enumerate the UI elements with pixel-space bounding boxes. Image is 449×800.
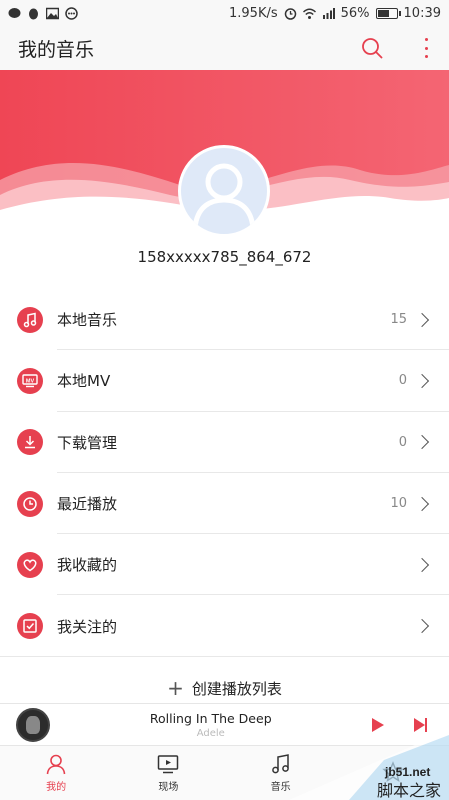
chevron-right-icon <box>414 373 430 389</box>
battery-fill <box>377 9 389 17</box>
check-box-icon <box>17 613 43 640</box>
chevron-right-icon <box>414 557 430 572</box>
song-title: Rolling In The Deep <box>149 710 272 726</box>
tab-mine[interactable]: 我的 <box>0 746 112 800</box>
watermark-text: 脚本之家 <box>377 781 441 800</box>
album-cover[interactable] <box>16 707 50 742</box>
message-icon <box>65 6 78 20</box>
clock-icon <box>17 490 43 517</box>
menu-item-following[interactable]: 我关注的 <box>0 595 449 658</box>
menu-item-recent[interactable]: 最近播放 10 <box>0 473 449 535</box>
menu-item-label: 本地音乐 <box>57 311 118 330</box>
chevron-right-icon <box>414 496 430 511</box>
menu-item-count: 10 <box>390 496 407 512</box>
status-right: 1.95K/s 56% 10:39 <box>229 6 441 21</box>
menu-item-count: 15 <box>390 312 407 328</box>
menu-item-label: 我收藏的 <box>57 556 118 575</box>
create-playlist-label: 创建播放列表 <box>191 679 282 698</box>
alarm-icon <box>284 7 296 20</box>
plus-icon: + <box>167 676 184 700</box>
chevron-right-icon <box>414 435 430 450</box>
status-left-icons <box>8 6 78 20</box>
music-note-icon <box>17 306 43 333</box>
chevron-right-icon <box>414 619 430 634</box>
tab-label: 现场 <box>158 782 179 793</box>
menu-item-local-music[interactable]: 本地音乐 15 <box>0 289 449 351</box>
watermark-site: jb51.net <box>384 765 430 779</box>
svg-text:MV: MV <box>26 378 35 384</box>
mv-icon: MV <box>17 367 43 394</box>
avatar[interactable] <box>178 145 270 237</box>
tv-icon <box>158 755 179 774</box>
app-header: 我的音乐 <box>0 26 449 70</box>
network-speed: 1.95K/s <box>229 5 278 21</box>
clock: 10:39 <box>403 5 441 21</box>
menu-item-label: 下载管理 <box>57 433 118 452</box>
menu-item-favorites[interactable]: 我收藏的 <box>0 534 449 596</box>
menu-item-label: 最近播放 <box>57 495 118 514</box>
image-icon <box>46 7 59 19</box>
chevron-right-icon <box>414 312 430 327</box>
tab-label: 我的 <box>46 782 67 793</box>
tab-label: 音乐 <box>270 782 291 793</box>
status-bar: 1.95K/s 56% 10:39 <box>0 0 449 26</box>
search-icon[interactable] <box>361 37 383 59</box>
download-icon <box>17 429 43 456</box>
signal-icon <box>322 7 335 19</box>
create-playlist-button[interactable]: + 创建播放列表 <box>0 672 449 704</box>
site-watermark: jb51.net 脚本之家 <box>289 730 449 800</box>
menu-item-local-mv[interactable]: MV 本地MV 0 <box>0 350 449 412</box>
menu-item-downloads[interactable]: 下载管理 0 <box>0 412 449 474</box>
chat-icon <box>8 7 21 18</box>
user-icon <box>46 754 66 775</box>
battery-percent: 56% <box>340 5 370 21</box>
menu-list: 本地音乐 15 MV 本地MV 0 下载管理 0 最近播放 10 我收藏的 我关… <box>0 289 449 658</box>
heart-icon <box>17 551 43 578</box>
wifi-icon <box>302 8 316 19</box>
menu-item-count: 0 <box>398 373 407 389</box>
user-placeholder-icon <box>192 163 256 229</box>
menu-item-count: 0 <box>398 434 407 450</box>
more-vertical-icon[interactable] <box>423 38 429 58</box>
battery-icon <box>375 7 401 19</box>
tab-live[interactable]: 现场 <box>112 746 224 800</box>
page-title: 我的音乐 <box>18 38 95 61</box>
menu-item-label: 我关注的 <box>57 617 118 636</box>
menu-item-label: 本地MV <box>57 372 111 391</box>
username: 158xxxxx785_864_672 <box>137 248 312 266</box>
penguin-icon <box>29 8 38 19</box>
